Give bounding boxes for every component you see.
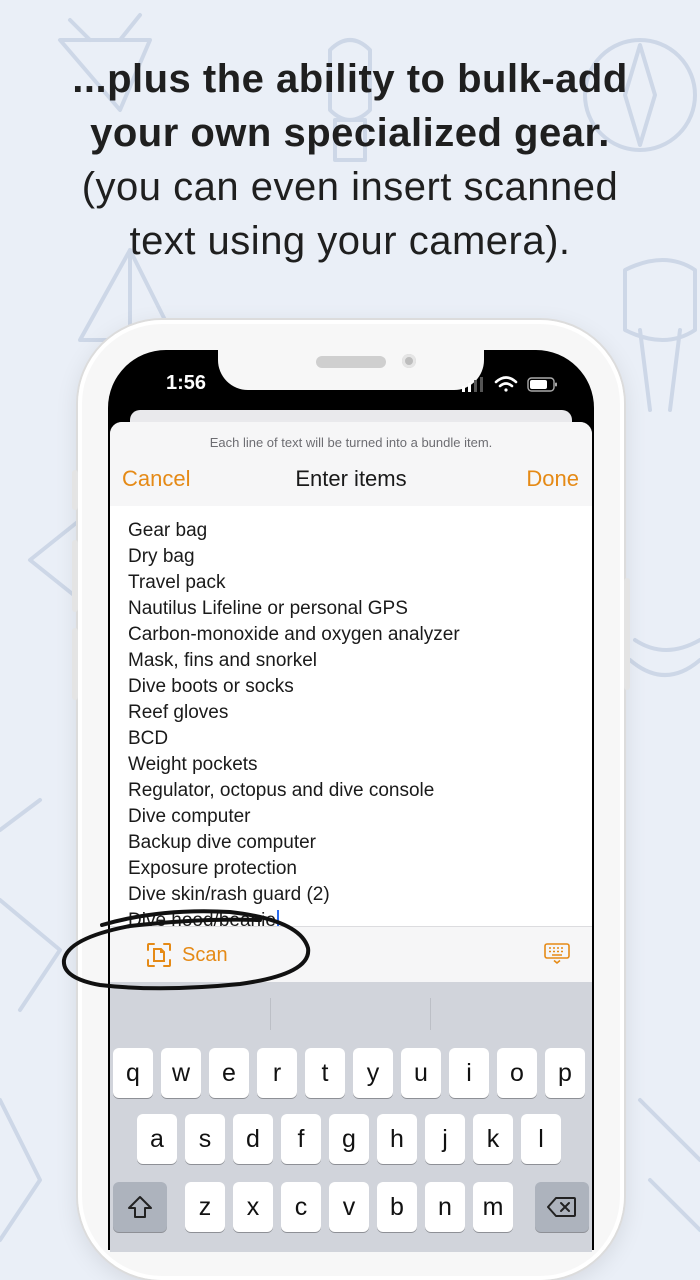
suggestion-divider [430,998,431,1030]
hint-text: Each line of text will be turned into a … [209,435,493,450]
keyboard-dismiss-icon[interactable] [544,943,570,965]
signal-icon [462,377,483,392]
item-line: Travel pack [128,572,226,593]
key-y[interactable]: y [353,1048,393,1098]
item-line: Regulator, octopus and dive console [128,780,435,801]
key-d[interactable]: d [233,1114,273,1164]
phone-silent-switch [72,470,78,510]
headline-line-2: your own specialized gear. [90,111,610,155]
key-l[interactable]: l [521,1114,561,1164]
item-line: Exposure protection [128,858,297,879]
keyboard-row-2: a s d f g h j k l [110,1114,592,1164]
key-q[interactable]: q [113,1048,153,1098]
status-time: 1:56 [166,372,207,394]
sheet-title: Enter items [295,466,407,491]
key-o[interactable]: o [497,1048,537,1098]
key-b[interactable]: b [377,1182,417,1232]
phone-power-button [624,578,630,690]
phone-volume-up [72,540,78,612]
key-e[interactable]: e [209,1048,249,1098]
key-w[interactable]: w [161,1048,201,1098]
item-line: Reef gloves [128,702,229,723]
headline-line-1: ...plus the ability to bulk-add [72,57,628,101]
key-f[interactable]: f [281,1114,321,1164]
key-i[interactable]: i [449,1048,489,1098]
phone-speaker [316,356,386,368]
key-n[interactable]: n [425,1182,465,1232]
key-s[interactable]: s [185,1114,225,1164]
shift-key[interactable] [113,1182,167,1232]
item-line-last: Dive hood/beanie [128,908,578,928]
headline-line-4: text using your camera). [129,219,571,263]
key-j[interactable]: j [425,1114,465,1164]
item-line: Dive computer [128,806,251,827]
phone-volume-down [72,628,78,700]
backspace-key[interactable] [535,1182,589,1232]
key-x[interactable]: x [233,1182,273,1232]
item-line: Weight pockets [128,754,258,775]
key-k[interactable]: k [473,1114,513,1164]
item-line: Mask, fins and snorkel [128,650,318,671]
scan-button[interactable]: Scan [146,941,228,969]
scan-label: Scan [182,943,228,966]
item-line: Backup dive computer [128,832,316,853]
item-line: Carbon-monoxide and oxygen analyzer [128,624,460,645]
sheet-navbar: Each line of text will be turned into a … [110,422,592,506]
key-u[interactable]: u [401,1048,441,1098]
done-button[interactable]: Done [526,466,579,492]
item-line: BCD [128,728,169,749]
keyboard-row-3: z x c v b n m [110,1182,592,1232]
key-r[interactable]: r [257,1048,297,1098]
key-c[interactable]: c [281,1182,321,1232]
items-text-area[interactable]: Gear bag Dry bag Travel pack Nautilus Li… [128,518,578,928]
backspace-icon [547,1197,576,1217]
key-v[interactable]: v [329,1182,369,1232]
headline: ...plus the ability to bulk-add your own… [0,52,700,268]
wifi-icon [494,376,518,392]
input-accessory-toolbar: Scan [110,926,592,983]
key-z[interactable]: z [185,1182,225,1232]
status-icons [462,376,557,392]
key-t[interactable]: t [305,1048,345,1098]
key-a[interactable]: a [137,1114,177,1164]
key-m[interactable]: m [473,1182,513,1232]
enter-items-sheet: Each line of text will be turned into a … [110,422,592,1252]
battery-icon [527,377,557,392]
key-g[interactable]: g [329,1114,369,1164]
key-h[interactable]: h [377,1114,417,1164]
scan-text-icon [147,943,171,967]
item-line: Dry bag [128,546,195,567]
item-line: Gear bag [128,520,208,541]
headline-line-3: (you can even insert scanned [81,165,619,209]
phone-camera [402,354,416,368]
item-line: Dive boots or socks [128,676,294,697]
item-line: Dive skin/rash guard (2) [128,884,330,905]
suggestion-divider [270,998,271,1030]
keyboard: q w e r t y u i o p a s d f g h j k l z … [110,982,592,1252]
shift-icon [128,1196,152,1218]
key-p[interactable]: p [545,1048,585,1098]
keyboard-row-1: q w e r t y u i o p [110,1048,592,1098]
item-line: Nautilus Lifeline or personal GPS [128,598,408,619]
